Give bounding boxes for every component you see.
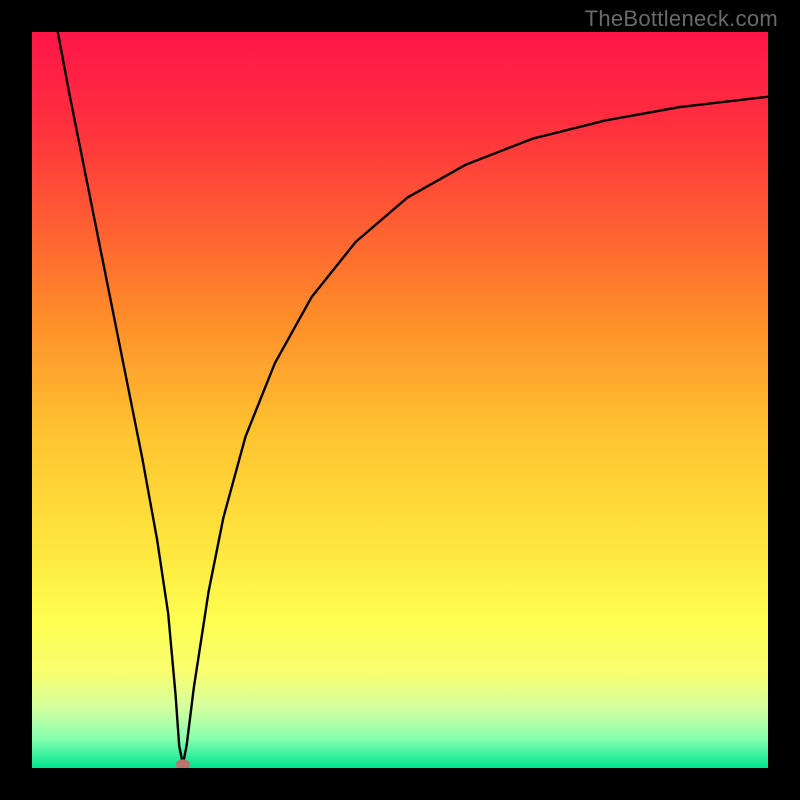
chart-svg: [32, 32, 768, 768]
watermark-text: TheBottleneck.com: [585, 6, 778, 32]
chart-background: [32, 32, 768, 768]
plot-area: [32, 32, 768, 768]
chart-frame: TheBottleneck.com: [0, 0, 800, 800]
